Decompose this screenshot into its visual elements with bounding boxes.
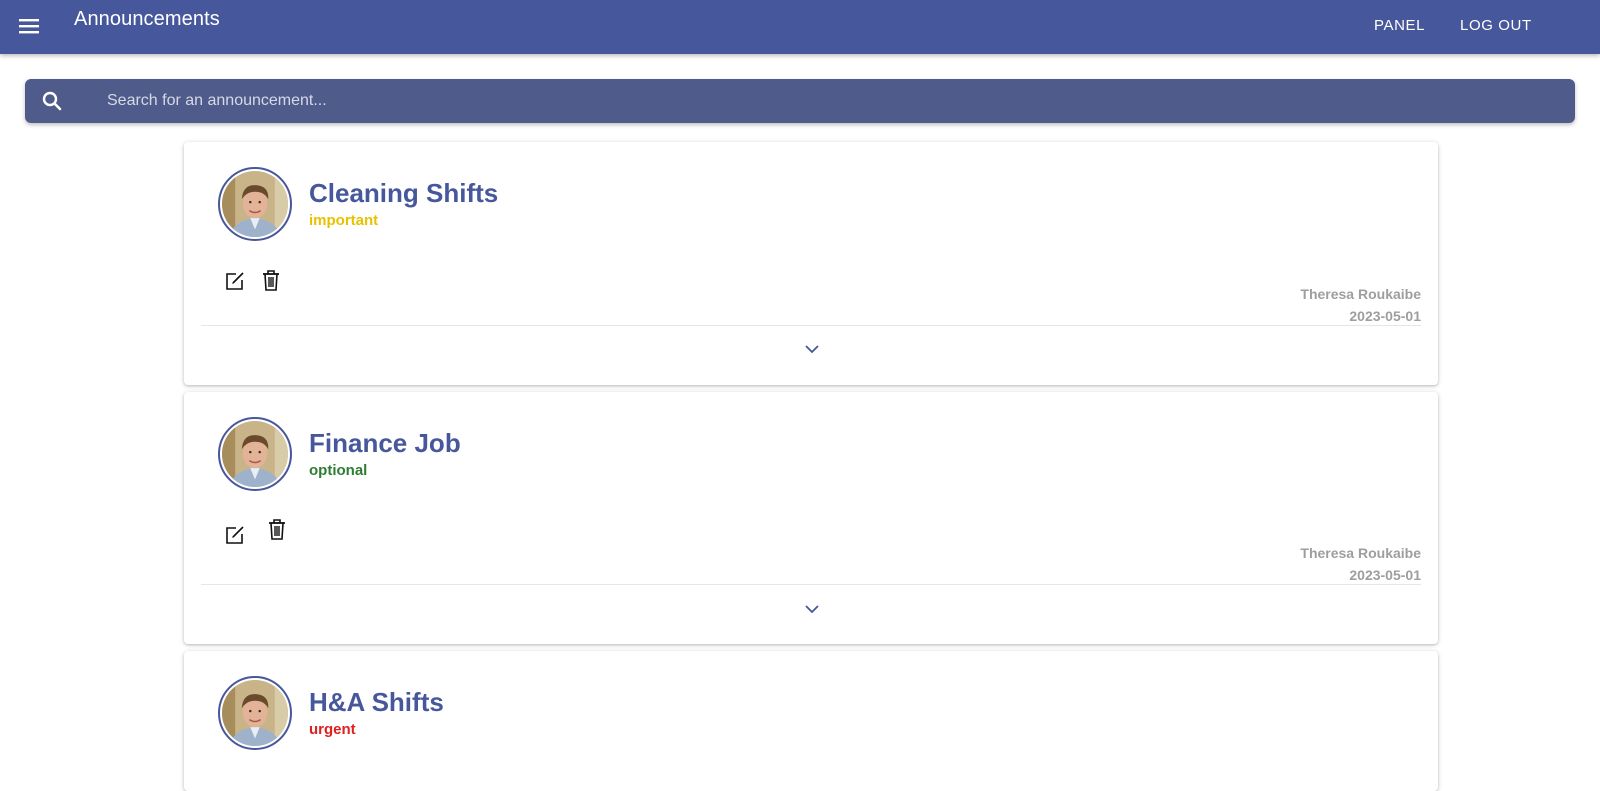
announcement-author: Theresa Roukaibe <box>1300 286 1421 302</box>
avatar-image <box>222 171 288 237</box>
announcement-title: H&A Shifts <box>309 687 444 717</box>
announcement-title: Finance Job <box>309 428 461 458</box>
avatar <box>218 676 292 750</box>
priority-badge: optional <box>309 462 368 479</box>
app-bar: Announcements PANEL LOG OUT <box>0 0 1600 54</box>
menu-icon <box>19 19 39 34</box>
announcement-author: Theresa Roukaibe <box>1300 545 1421 561</box>
announcement-card: Cleaning Shifts important Theresa Roukai… <box>184 142 1438 385</box>
card-divider <box>201 584 1421 585</box>
edit-icon[interactable] <box>222 268 248 294</box>
announcement-card: H&A Shifts urgent <box>184 651 1438 791</box>
avatar-image <box>222 421 288 487</box>
avatar <box>218 417 292 491</box>
card-divider <box>201 325 1421 326</box>
logout-button[interactable]: LOG OUT <box>1456 15 1536 36</box>
priority-badge: urgent <box>309 721 356 738</box>
announcement-date: 2023-05-01 <box>1349 567 1421 583</box>
page-title: Announcements <box>74 8 220 30</box>
chevron-down-icon[interactable] <box>801 598 823 620</box>
announcement-title: Cleaning Shifts <box>309 178 499 208</box>
chevron-down-icon[interactable] <box>801 338 823 360</box>
panel-button[interactable]: PANEL <box>1370 15 1429 36</box>
avatar-image <box>222 680 288 746</box>
trash-icon[interactable] <box>264 516 290 542</box>
announcement-date: 2023-05-01 <box>1349 308 1421 324</box>
search-bar <box>25 79 1575 123</box>
announcement-card: Finance Job optional Theresa Roukaibe 20… <box>184 392 1438 644</box>
avatar <box>218 167 292 241</box>
search-input[interactable] <box>107 88 1547 114</box>
search-icon[interactable] <box>41 90 63 112</box>
menu-button[interactable] <box>14 12 44 40</box>
priority-badge: important <box>309 212 379 229</box>
trash-icon[interactable] <box>258 267 284 293</box>
edit-icon[interactable] <box>222 522 248 548</box>
